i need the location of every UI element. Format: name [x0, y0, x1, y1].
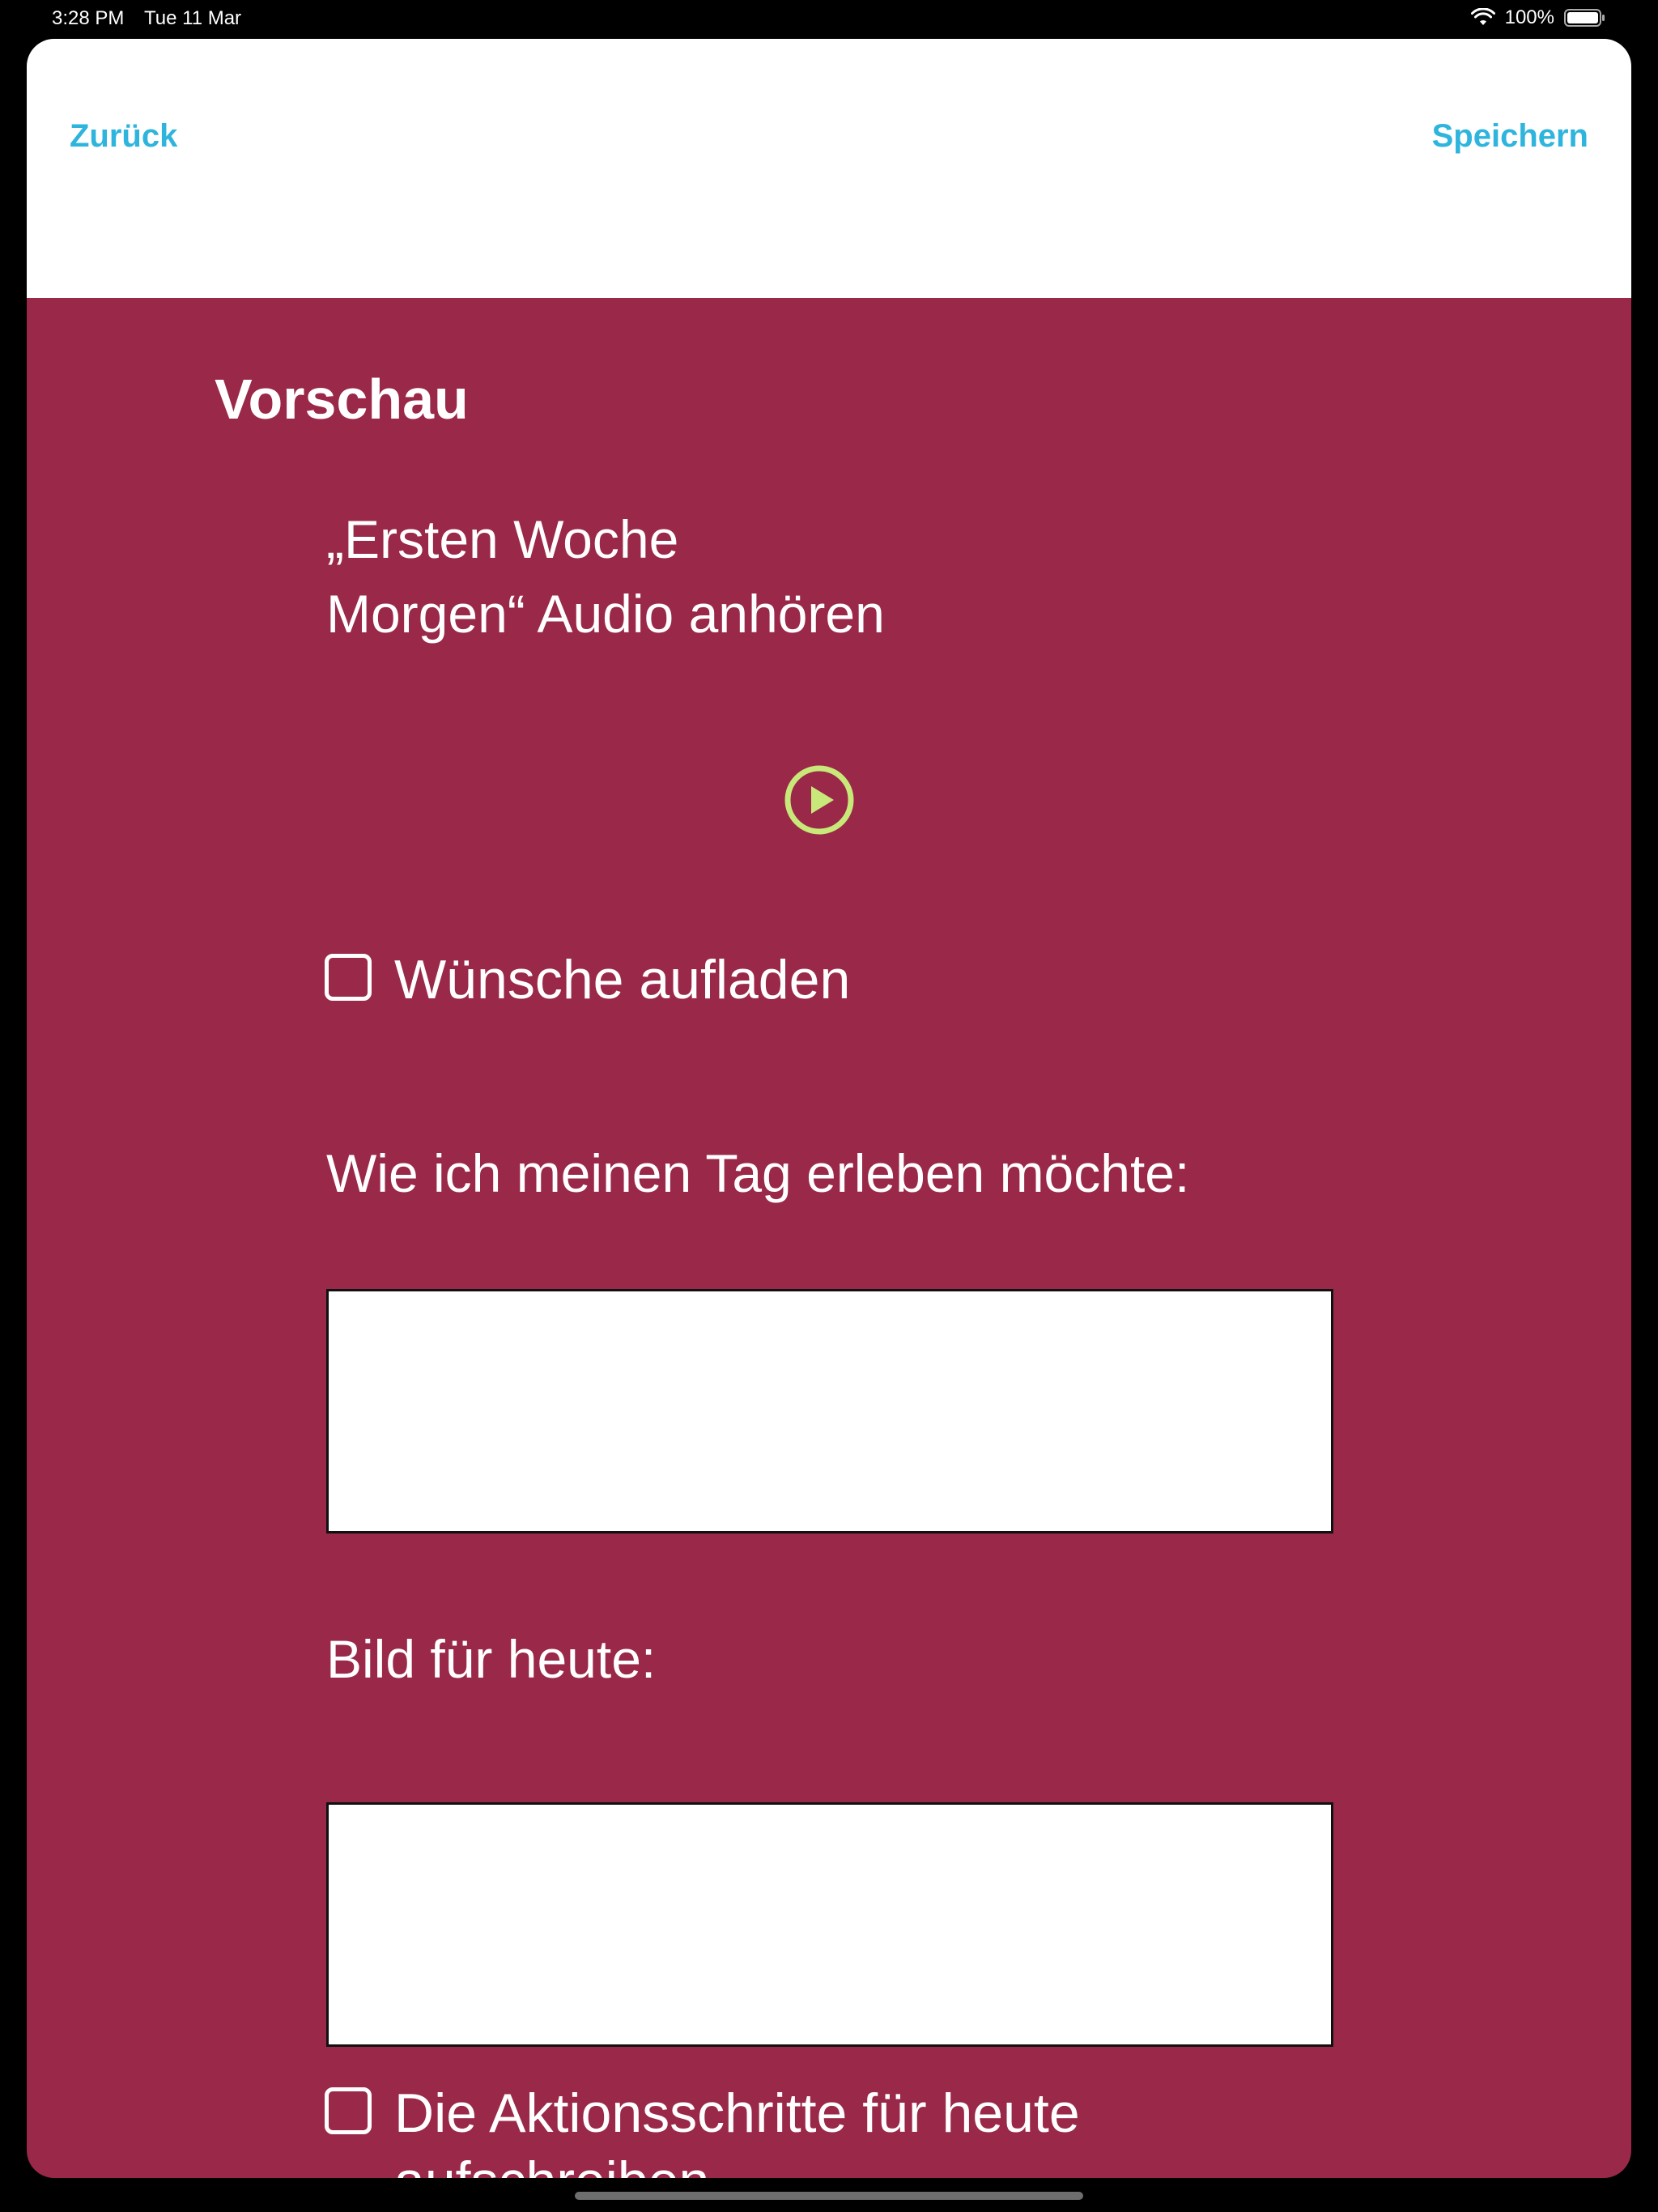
status-date: Tue 11 Mar: [144, 7, 242, 29]
day-experience-field[interactable]: [326, 1289, 1333, 1534]
screen: 3:28 PM Tue 11 Mar 100% Zurück Speichern…: [0, 0, 1658, 2212]
navigation-bar: Zurück Speichern: [27, 39, 1631, 298]
wishes-checkbox[interactable]: [325, 954, 372, 1001]
actions-checkbox[interactable]: [325, 2087, 372, 2134]
status-bar: 3:28 PM Tue 11 Mar 100%: [0, 0, 1658, 37]
status-time: 3:28 PM: [52, 7, 125, 29]
image-today-label: Bild für heute:: [326, 1629, 657, 1689]
preview-content: Vorschau „Ersten Woche Morgen“ Audio anh…: [27, 298, 1631, 2178]
battery-icon: [1564, 9, 1605, 27]
play-circle-icon[interactable]: [784, 764, 855, 836]
image-today-field[interactable]: [326, 1802, 1333, 2047]
back-button[interactable]: Zurück: [70, 120, 177, 152]
wishes-checkbox-label: Wünsche aufladen: [394, 949, 851, 1010]
checkbox-row-actions[interactable]: Die Aktionsschritte für heute aufschreib…: [325, 2079, 1366, 2178]
save-button[interactable]: Speichern: [1432, 120, 1588, 152]
page-title: Vorschau: [215, 368, 469, 431]
actions-checkbox-label: Die Aktionsschritte für heute aufschreib…: [394, 2082, 1080, 2178]
wifi-icon: [1470, 8, 1495, 25]
day-experience-label: Wie ich meinen Tag erleben möchte:: [326, 1143, 1190, 1203]
battery-percent: 100%: [1504, 6, 1554, 28]
home-indicator[interactable]: [575, 2192, 1083, 2200]
status-right: 100%: [1470, 6, 1606, 29]
checkbox-row-wishes[interactable]: Wünsche aufladen: [325, 946, 1366, 1014]
modal-sheet: Zurück Speichern Vorschau „Ersten Woche …: [27, 39, 1631, 2178]
audio-title: „Ersten Woche Morgen“ Audio anhören: [326, 509, 885, 644]
